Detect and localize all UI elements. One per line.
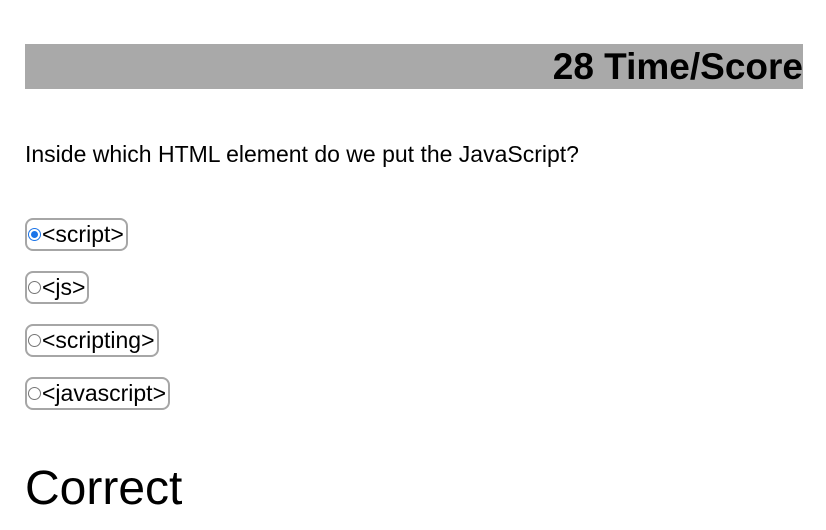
time-score-bar: 28 Time/Score: [25, 44, 803, 89]
answer-label: <javascript>: [42, 380, 167, 406]
answer-option[interactable]: <script>: [25, 218, 128, 251]
answer-label: <script>: [42, 221, 124, 247]
radio-button[interactable]: [28, 387, 41, 400]
answer-option[interactable]: <js>: [25, 271, 90, 304]
answer-option[interactable]: <javascript>: [25, 377, 171, 410]
answer-label: <scripting>: [42, 327, 155, 353]
radio-button[interactable]: [28, 334, 41, 347]
radio-button[interactable]: [28, 281, 41, 294]
answer-option[interactable]: <scripting>: [25, 324, 159, 357]
answer-label: <js>: [42, 274, 86, 300]
result-text: Correct: [25, 462, 183, 515]
radio-button[interactable]: [28, 228, 41, 241]
question-text: Inside which HTML element do we put the …: [25, 141, 579, 167]
time-score-text: 28 Time/Score: [552, 46, 803, 87]
